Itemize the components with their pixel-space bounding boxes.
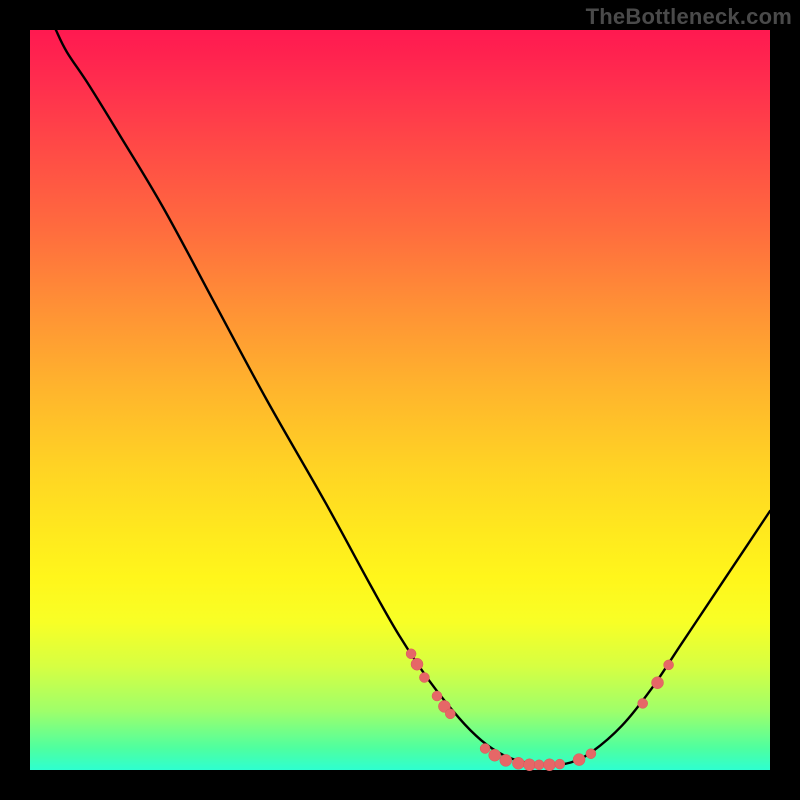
data-point	[489, 749, 501, 761]
data-point	[652, 677, 664, 689]
data-point	[432, 691, 442, 701]
data-point	[500, 754, 512, 766]
data-point	[586, 749, 596, 759]
data-point	[445, 709, 455, 719]
data-point	[638, 698, 648, 708]
data-point	[534, 760, 544, 770]
data-points-group	[406, 649, 673, 771]
data-point	[419, 673, 429, 683]
data-point	[544, 759, 556, 771]
data-point	[512, 757, 524, 769]
data-point	[664, 660, 674, 670]
data-point	[524, 759, 536, 771]
data-point	[573, 754, 585, 766]
data-point	[411, 658, 423, 670]
watermark-text: TheBottleneck.com	[586, 4, 792, 30]
plot-area	[30, 30, 770, 770]
data-point	[555, 759, 565, 769]
data-point	[480, 744, 490, 754]
chart-overlay	[30, 30, 770, 770]
chart-frame: TheBottleneck.com	[0, 0, 800, 800]
data-point	[406, 649, 416, 659]
